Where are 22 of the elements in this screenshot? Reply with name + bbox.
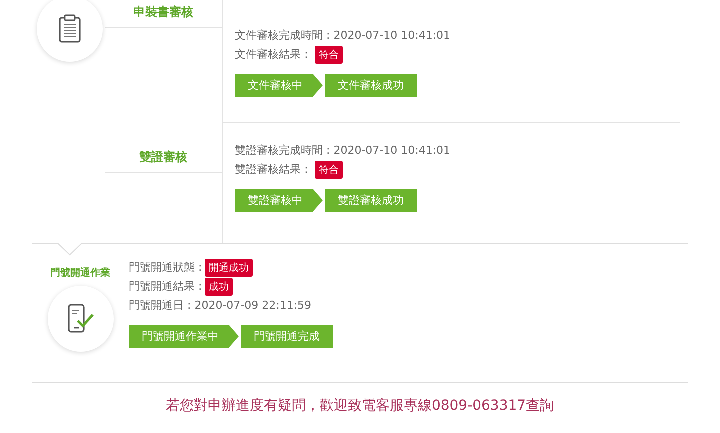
step-title: 申裝書審核 (105, 0, 222, 28)
status-badge: 符合 (315, 160, 343, 178)
progress-step: 雙證審核成功 (325, 189, 417, 212)
detail-text: 雙證審核結果： (235, 162, 312, 177)
detail-text: 門號開通狀態 : (129, 260, 202, 275)
status-badge: 成功 (205, 278, 234, 296)
help-text: 若您對申辦進度有疑問，歡迎致電客服專線0809-063317查詢 (166, 398, 554, 414)
progress-step: 門號開通完成 (241, 325, 333, 348)
detail-text: 門號開通日 : 2020-07-09 22:11:59 (129, 298, 312, 313)
detail-text: 門號開通結果 : (129, 279, 202, 294)
progress-step: 雙證審核中 (235, 189, 323, 212)
progress-step: 文件審核成功 (325, 74, 417, 97)
progress-step: 文件審核中 (235, 74, 323, 97)
status-badge: 符合 (315, 46, 343, 64)
detail-text: 文件審核完成時間 : 2020-07-10 10:41:01 (235, 28, 451, 43)
progress-step: 門號開通作業中 (129, 325, 239, 348)
step-title: 門號開通作業 (50, 266, 110, 280)
status-badge: 開通成功 (205, 258, 254, 276)
detail-text: 雙證審核完成時間 : 2020-07-10 10:41:01 (235, 143, 451, 158)
step-title: 雙證審核 (105, 145, 222, 173)
phone-check-icon (48, 286, 114, 352)
detail-text: 文件審核結果： (235, 47, 312, 62)
